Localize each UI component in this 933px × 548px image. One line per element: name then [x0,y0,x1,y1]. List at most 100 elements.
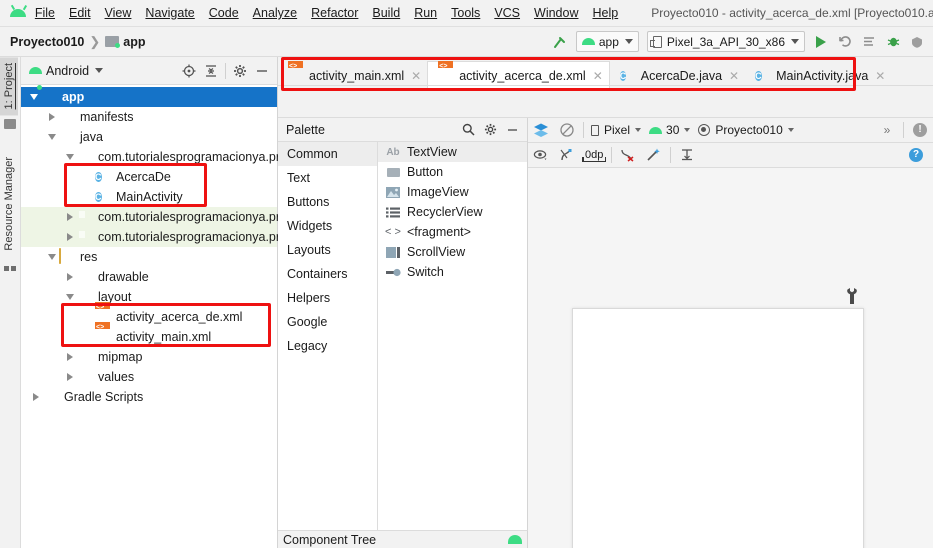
settings-gear-icon[interactable] [229,60,251,82]
tree-row-package-androidtest[interactable]: com.tutorialesprogramacionya.pro [21,207,287,227]
tree-row-java[interactable]: java [21,127,277,147]
chevron-right-icon[interactable] [63,347,77,367]
no-blueprint-icon[interactable] [554,119,580,142]
run-play-icon[interactable] [809,31,833,53]
search-icon[interactable] [457,119,479,141]
sidebar-item-project[interactable]: 1: Project [0,57,18,116]
tree-row-gradle-scripts[interactable]: Gradle Scripts [21,387,277,407]
palette-item-recyclerview[interactable]: RecyclerView [378,202,527,222]
default-margin-value[interactable]: 0dp [582,149,607,162]
tree-row-manifests[interactable]: manifests [21,107,277,127]
rerun-icon[interactable] [833,31,857,53]
chevron-right-icon[interactable] [63,227,77,247]
palette-item-scrollview[interactable]: ScrollView [378,242,527,262]
palette-category-helpers[interactable]: Helpers [278,286,377,310]
eye-icon[interactable] [528,144,554,167]
palette-item-button[interactable]: Button [378,162,527,182]
tree-row-values[interactable]: values [21,367,277,387]
hide-panel-icon[interactable] [251,60,273,82]
tree-row-res[interactable]: res [21,247,277,267]
palette-item-label: <fragment> [407,225,471,239]
menu-edit[interactable]: Edit [62,3,98,23]
menu-code[interactable]: Code [202,3,246,23]
debug-bug-icon[interactable] [881,31,905,53]
tree-row-layout[interactable]: layout [21,287,277,307]
tree-row-acercade-class[interactable]: C AcercaDe [21,167,277,187]
gear-icon[interactable] [479,119,501,141]
layers-design-icon[interactable] [528,119,554,142]
palette-item-imageview[interactable]: ImageView [378,182,527,202]
run-configuration-selector[interactable]: app [575,31,639,52]
sidebar-item-resource-manager[interactable]: Resource Manager [0,151,18,257]
chevron-down-icon[interactable] [45,127,59,147]
tree-row-activity-main-xml[interactable]: activity_main.xml [21,327,277,347]
tree-row-mainactivity-class[interactable]: C MainActivity [21,187,277,207]
chevron-down-icon[interactable] [63,287,77,307]
chevron-right-icon[interactable] [29,387,43,407]
help-icon[interactable]: ? [903,144,929,167]
chevron-right-icon[interactable] [63,267,77,287]
palette-item-textview[interactable]: Ab TextView [378,142,527,162]
palette-category-containers[interactable]: Containers [278,262,377,286]
api-level-selector[interactable]: 30 [645,120,694,140]
breadcrumb-module[interactable]: app [123,35,145,49]
tree-row-mipmap[interactable]: mipmap [21,347,277,367]
tree-row-app[interactable]: app [21,87,277,107]
close-icon[interactable]: ✕ [411,69,421,83]
menu-build[interactable]: Build [365,3,407,23]
menu-view[interactable]: View [98,3,139,23]
palette-category-common[interactable]: Common [278,142,377,166]
menu-window[interactable]: Window [527,3,585,23]
menu-edit-label: Edit [69,6,91,20]
warning-count-icon[interactable]: ! [907,119,933,142]
collapse-all-icon[interactable] [200,60,222,82]
palette-item-fragment[interactable]: < > <fragment> [378,222,527,242]
palette-category-text[interactable]: Text [278,166,377,190]
palette-item-switch[interactable]: Switch [378,262,527,282]
tree-row-drawable[interactable]: drawable [21,267,277,287]
design-canvas[interactable] [528,168,933,548]
menu-refactor[interactable]: Refactor [304,3,365,23]
palette-category-widgets[interactable]: Widgets [278,214,377,238]
chevron-right-icon[interactable] [63,207,77,227]
tree-row-package-main[interactable]: com.tutorialesprogramacionya.pro [21,147,287,167]
clear-constraints-icon[interactable] [615,144,641,167]
apply-changes-icon[interactable] [857,31,881,53]
device-preview-selector[interactable]: Pixel [587,120,645,140]
palette-category-google[interactable]: Google [278,310,377,334]
menu-analyze[interactable]: Analyze [246,3,304,23]
close-icon[interactable]: ✕ [875,69,885,83]
menu-vcs[interactable]: VCS [487,3,527,23]
menu-run[interactable]: Run [407,3,444,23]
render-options-wrench-icon[interactable] [846,288,858,304]
chevron-double-right-icon[interactable]: » [874,119,900,142]
menu-navigate[interactable]: Navigate [138,3,201,23]
palette-category-layouts[interactable]: Layouts [278,238,377,262]
device-preview-frame[interactable] [572,308,864,548]
device-selector[interactable]: Pixel_3a_API_30_x86 [646,31,805,52]
guidelines-icon[interactable] [674,144,700,167]
chevron-down-icon[interactable] [27,87,41,107]
theme-selector[interactable]: Proyecto010 [694,120,797,140]
menu-help[interactable]: Help [585,3,625,23]
breadcrumb-project[interactable]: Proyecto010 [10,35,84,49]
menu-file[interactable]: File [28,3,62,23]
locate-target-icon[interactable] [178,60,200,82]
chevron-down-icon[interactable] [45,247,59,267]
chevron-right-icon[interactable] [63,367,77,387]
autoconnect-off-icon[interactable] [554,144,580,167]
close-icon[interactable]: ✕ [729,69,739,83]
magic-infer-icon[interactable] [641,144,667,167]
tree-row-activity-acerca-de-xml[interactable]: activity_acerca_de.xml [21,307,277,327]
chevron-down-icon[interactable] [63,147,77,167]
palette-category-buttons[interactable]: Buttons [278,190,377,214]
project-view-selector[interactable]: Android [25,64,104,78]
palette-category-legacy[interactable]: Legacy [278,334,377,358]
tree-row-package-test[interactable]: com.tutorialesprogramacionya.pro [21,227,287,247]
minimize-icon[interactable] [501,119,523,141]
chevron-right-icon[interactable] [45,107,59,127]
menu-tools[interactable]: Tools [444,3,487,23]
build-hammer-icon[interactable] [548,31,572,53]
more-toolbar-icon[interactable] [905,31,929,53]
close-icon[interactable]: ✕ [593,69,603,83]
